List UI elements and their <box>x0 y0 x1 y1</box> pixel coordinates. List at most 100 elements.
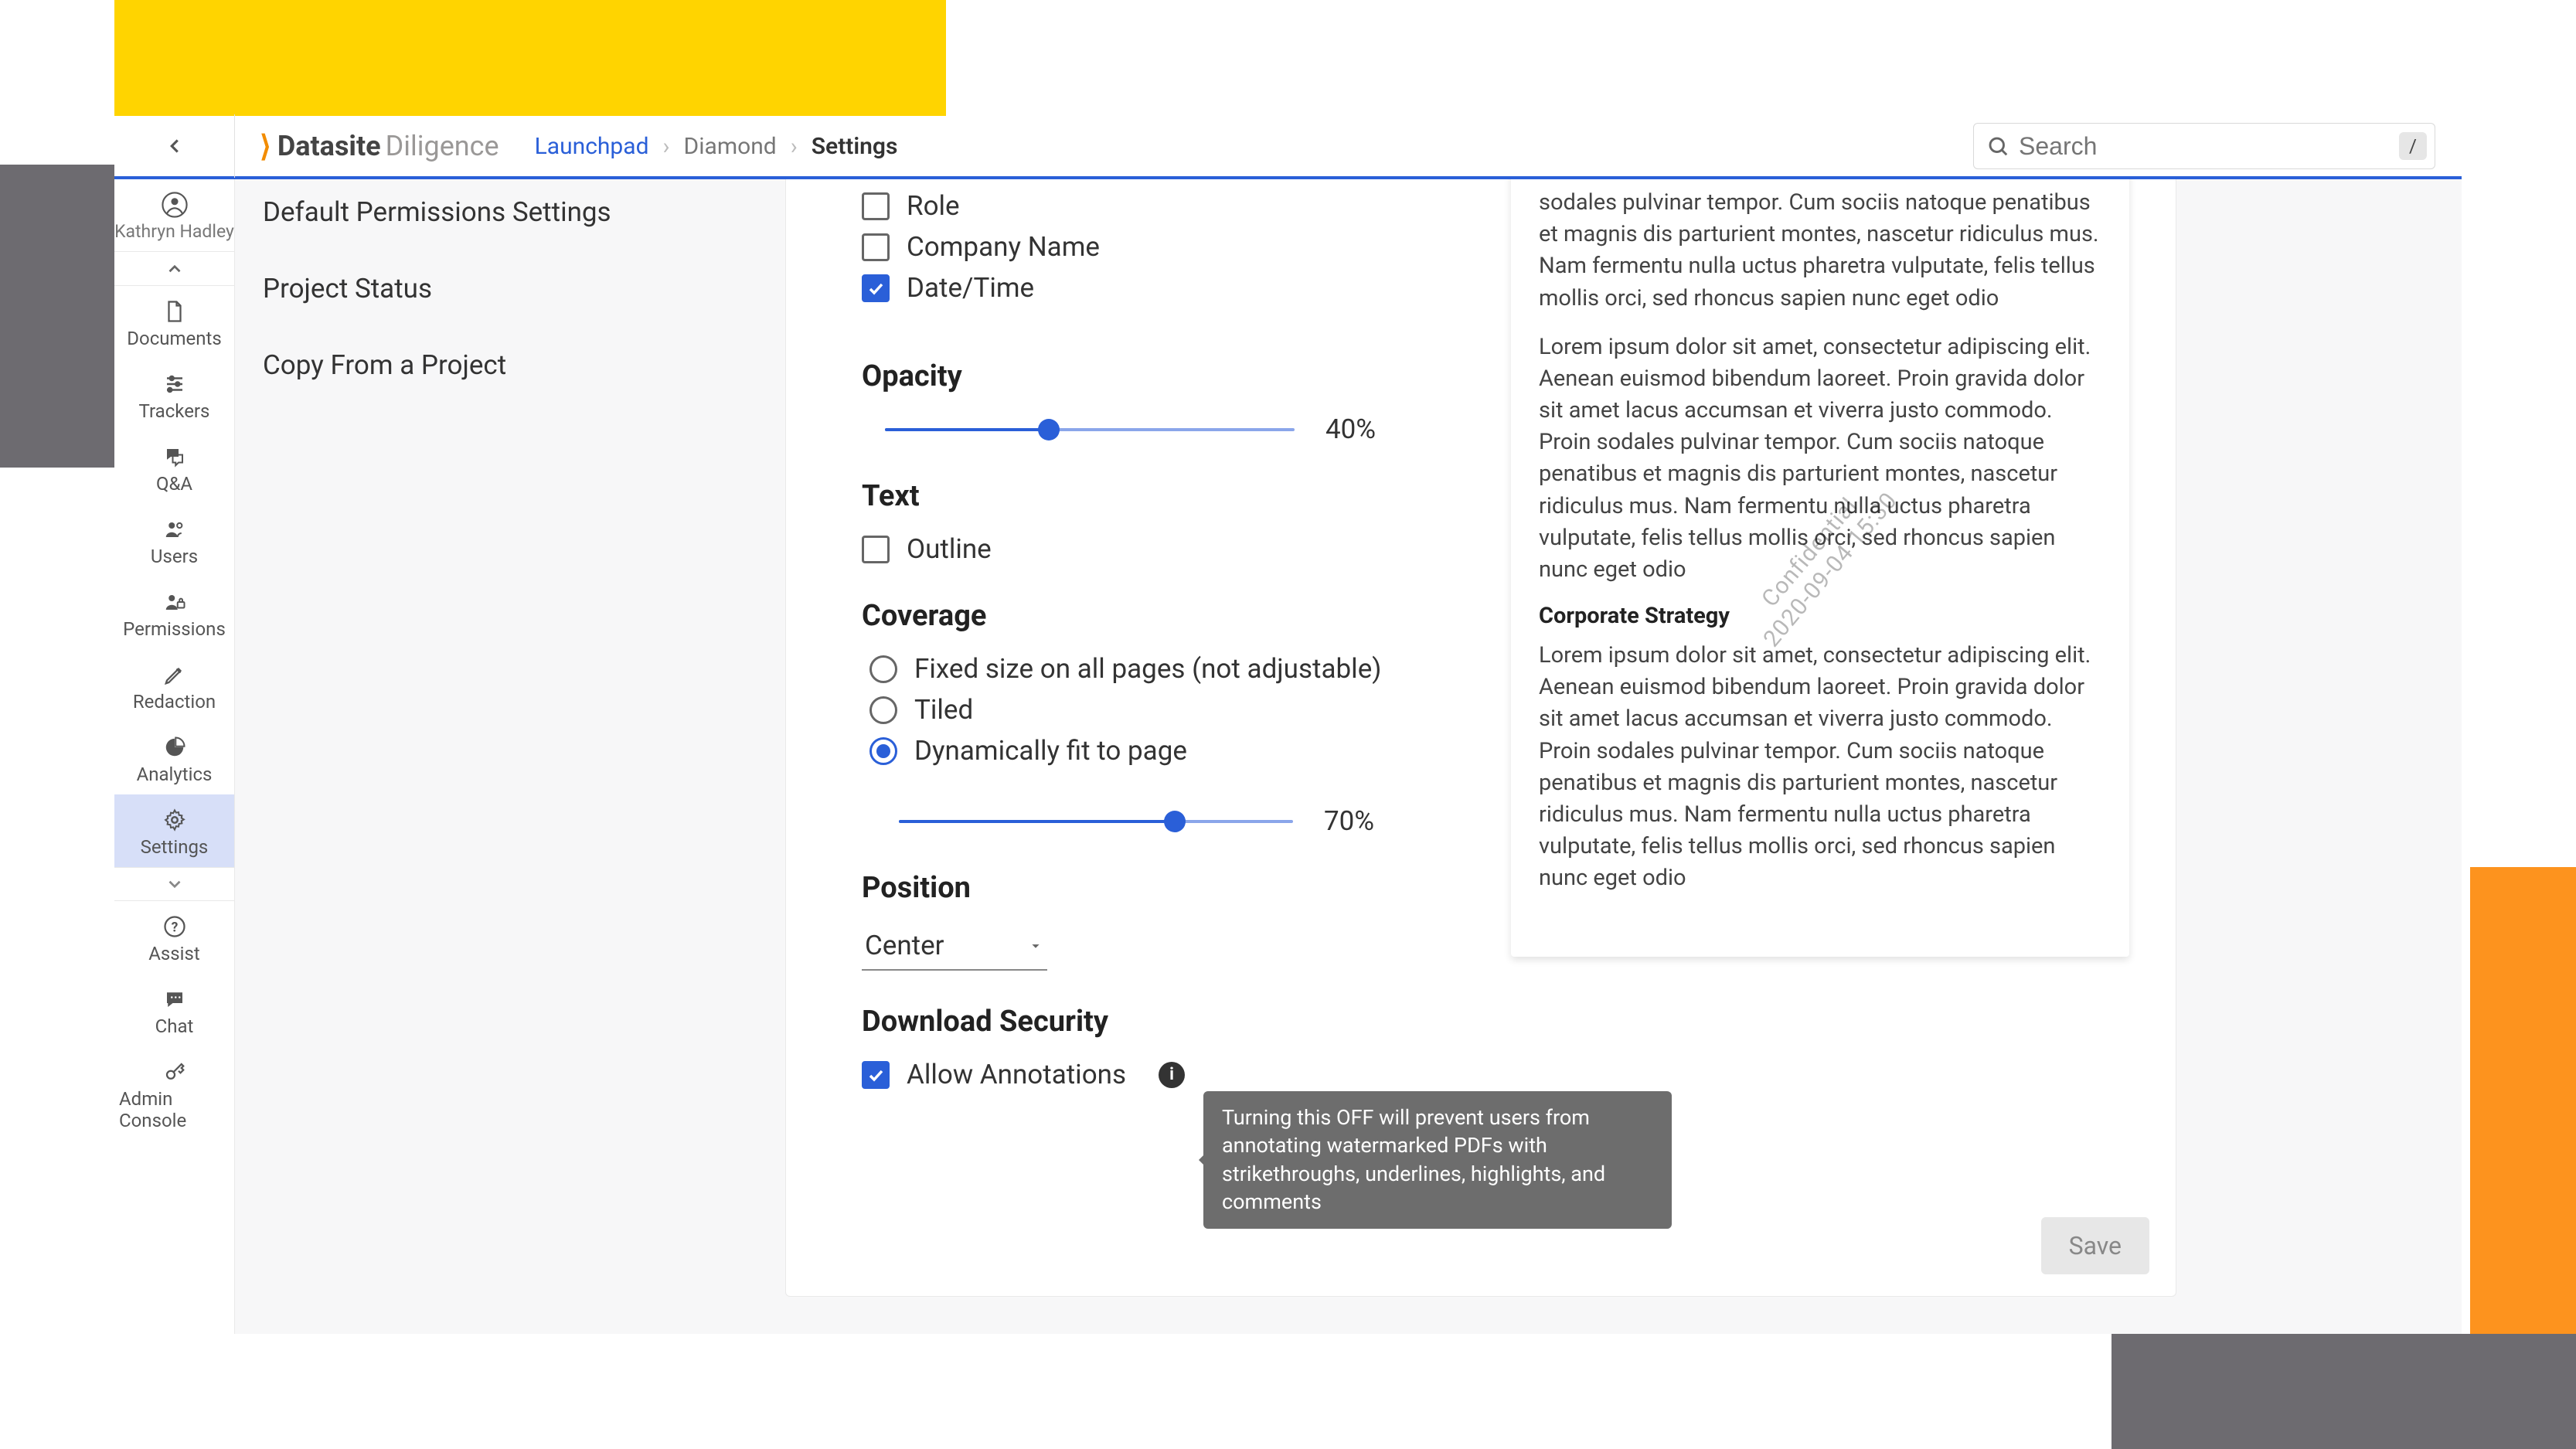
sidebar-item-chat[interactable]: Chat <box>114 974 234 1046</box>
sidebar-item-label: Users <box>151 546 198 567</box>
sidebar-item-label: Q&A <box>156 473 192 495</box>
sidebar-item-label: Assist <box>148 943 200 964</box>
sidebar-expand-down[interactable] <box>114 867 234 901</box>
sidebar-item-users[interactable]: Users <box>114 504 234 577</box>
info-icon[interactable]: i <box>1159 1062 1185 1088</box>
section-default-permissions[interactable]: Default Permissions Settings <box>263 196 649 228</box>
checkbox-label: Role <box>907 190 960 222</box>
sidebar-item-label: Redaction <box>133 691 216 713</box>
opacity-slider[interactable] <box>885 414 1295 445</box>
bubble-icon <box>163 988 186 1011</box>
checkbox-label: Outline <box>907 533 992 565</box>
checkbox-date-time[interactable] <box>862 274 890 302</box>
tooltip-text: Turning this OFF will prevent users from… <box>1222 1105 1605 1214</box>
search-input[interactable] <box>2019 132 2399 161</box>
chevron-left-icon <box>163 134 186 158</box>
settings-panel: Role Company Name Date/Time Opacity <box>785 179 2176 1297</box>
checkbox-label: Date/Time <box>907 272 1034 304</box>
slider-thumb[interactable] <box>1038 419 1060 440</box>
sidebar-item-trackers[interactable]: Trackers <box>114 359 234 431</box>
gear-icon <box>163 808 186 832</box>
radio-row-dynamic: Dynamically fit to page <box>869 735 1434 767</box>
breadcrumb-launchpad[interactable]: Launchpad <box>535 133 649 160</box>
section-project-status[interactable]: Project Status <box>263 273 649 304</box>
user-lock-icon <box>163 590 186 614</box>
search-field[interactable]: / <box>1973 123 2435 169</box>
checkbox-company-name[interactable] <box>862 233 890 261</box>
radio-tiled[interactable] <box>869 696 897 724</box>
preview-paragraph: sodales pulvinar tempor. Cum sociis nato… <box>1539 187 2101 315</box>
settings-section-list: Default Permissions Settings Project Sta… <box>263 196 649 381</box>
file-icon <box>163 300 186 323</box>
sidebar-user-name: Kathryn Hadley <box>114 221 234 242</box>
heading-text: Text <box>862 479 1434 513</box>
radio-fixed-size[interactable] <box>869 655 897 683</box>
check-icon <box>866 1066 885 1084</box>
brand-subproduct: Diligence <box>386 130 499 162</box>
search-icon <box>1986 134 2009 158</box>
slider-fill <box>899 820 1175 823</box>
breadcrumb-diamond[interactable]: Diamond <box>684 133 777 160</box>
radio-row-fixed: Fixed size on all pages (not adjustable) <box>869 653 1434 685</box>
coverage-size-slider-wrap: 70% <box>899 805 1434 837</box>
slider-thumb[interactable] <box>1164 811 1186 832</box>
sidebar-item-qa[interactable]: Q&A <box>114 431 234 504</box>
tooltip-allow-annotations: Turning this OFF will prevent users from… <box>1203 1091 1672 1229</box>
chevron-down-icon <box>165 874 185 894</box>
checkbox-row-datetime: Date/Time <box>862 272 1434 304</box>
chevron-up-icon <box>165 259 185 279</box>
decor-gray-bottom <box>2112 1334 2576 1449</box>
slider-fill <box>885 428 1049 431</box>
checkbox-row-outline: Outline <box>862 533 1434 565</box>
sidebar-item-assist[interactable]: ? Assist <box>114 901 234 974</box>
sidebar: Kathryn Hadley Documents Trackers Q&A Us… <box>114 179 235 1334</box>
position-value: Center <box>865 930 944 961</box>
coverage-radio-group: Fixed size on all pages (not adjustable)… <box>869 653 1434 767</box>
sidebar-item-admin[interactable]: Admin Console <box>114 1046 234 1141</box>
pie-icon <box>163 736 186 759</box>
app-window: ⟩ Datasite Diligence Launchpad › Diamond… <box>114 116 2462 1334</box>
heading-coverage: Coverage <box>862 599 1434 633</box>
sidebar-item-redaction[interactable]: Redaction <box>114 649 234 722</box>
sidebar-item-label: Admin Console <box>119 1088 230 1131</box>
sidebar-collapse-up[interactable] <box>114 252 234 286</box>
sidebar-item-label: Documents <box>127 328 222 349</box>
sidebar-item-analytics[interactable]: Analytics <box>114 722 234 794</box>
heading-position: Position <box>862 871 1434 905</box>
brand: ⟩ Datasite Diligence <box>235 129 524 164</box>
section-copy-from-project[interactable]: Copy From a Project <box>263 349 649 381</box>
position-select[interactable]: Center <box>862 925 1047 971</box>
caret-down-icon <box>1027 937 1044 954</box>
chevron-right-icon: › <box>663 133 670 160</box>
checkbox-allow-annotations[interactable] <box>862 1061 890 1089</box>
sidebar-item-documents[interactable]: Documents <box>114 286 234 359</box>
help-icon: ? <box>163 915 186 938</box>
checkbox-row-allow-annotations: Allow Annotations i <box>862 1059 1434 1090</box>
sidebar-item-settings[interactable]: Settings <box>114 794 234 867</box>
radio-dynamic-fit[interactable] <box>869 737 897 765</box>
sliders-icon <box>163 372 186 396</box>
sidebar-user[interactable]: Kathryn Hadley <box>114 179 234 252</box>
breadcrumbs: Launchpad › Diamond › Settings <box>535 133 898 160</box>
users-icon <box>163 518 186 541</box>
checkbox-role[interactable] <box>862 192 890 220</box>
pen-icon <box>163 663 186 686</box>
main-area: Default Permissions Settings Project Sta… <box>235 179 2462 1334</box>
radio-label: Fixed size on all pages (not adjustable) <box>914 653 1381 685</box>
preview-heading: Corporate Strategy <box>1539 603 2101 629</box>
checkbox-row-role: Role <box>862 190 1434 222</box>
svg-text:?: ? <box>171 920 178 935</box>
check-icon <box>866 279 885 298</box>
sidebar-item-permissions[interactable]: Permissions <box>114 577 234 649</box>
checkbox-outline[interactable] <box>862 536 890 563</box>
coverage-size-slider[interactable] <box>899 806 1293 837</box>
checkbox-label: Company Name <box>907 231 1100 263</box>
sidebar-item-label: Chat <box>155 1015 194 1037</box>
watermark-form: Role Company Name Date/Time Opacity <box>862 179 1434 1100</box>
heading-opacity: Opacity <box>862 359 1434 393</box>
back-button[interactable] <box>114 114 235 178</box>
save-button[interactable]: Save <box>2041 1217 2149 1274</box>
opacity-value: 40% <box>1325 413 1376 445</box>
sidebar-item-label: Settings <box>141 836 209 858</box>
checkbox-label: Allow Annotations <box>907 1059 1126 1090</box>
